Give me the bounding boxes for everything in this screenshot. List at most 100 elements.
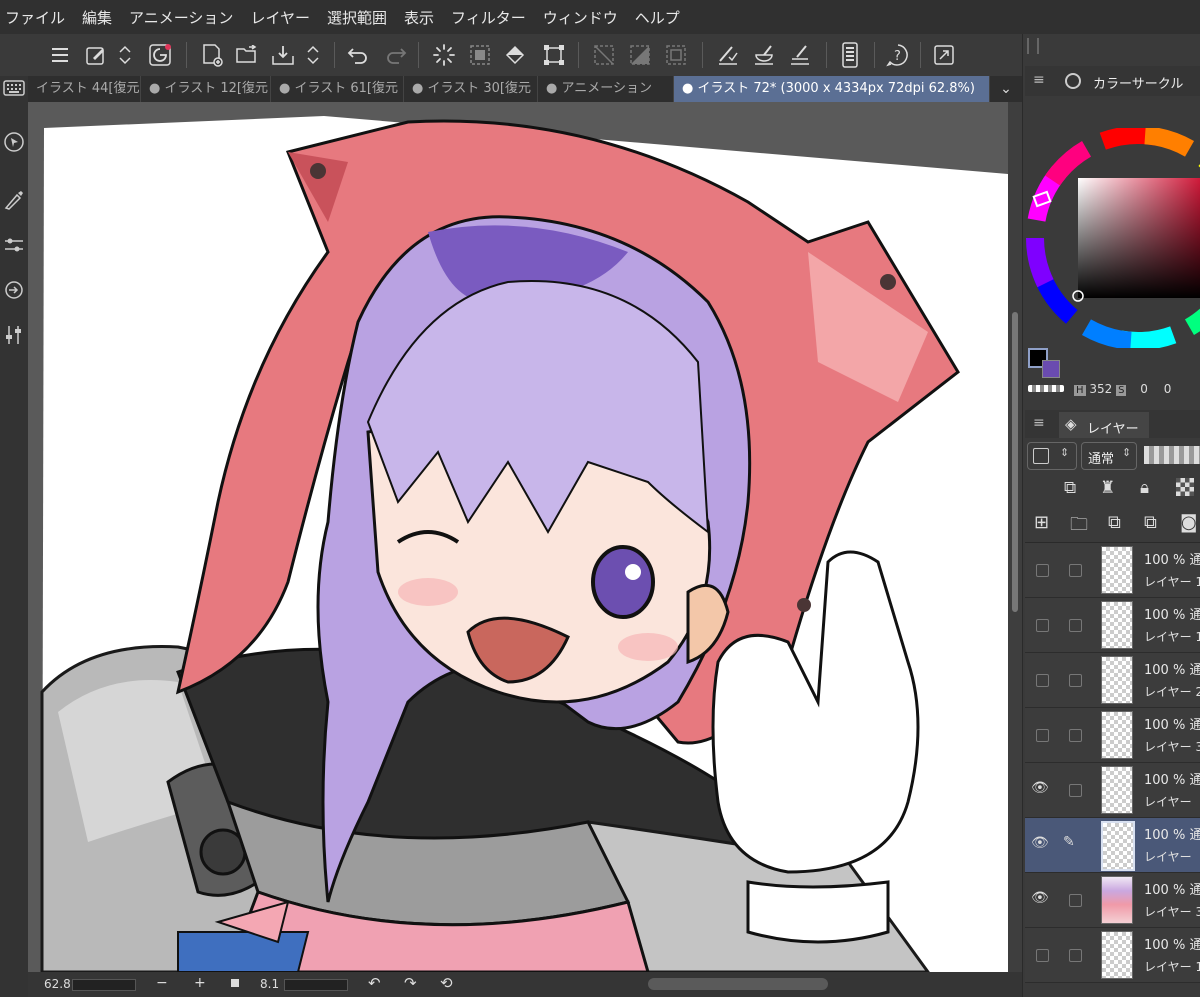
menu-item-3[interactable]: レイヤー	[245, 7, 322, 28]
reference-layer-icon[interactable]: ♜	[1100, 478, 1115, 498]
blend-mode-dropdown[interactable]: 通常 ⇕	[1081, 442, 1137, 470]
color-circle-tab-icon[interactable]	[1065, 73, 1081, 89]
new-folder-icon[interactable]: 🗀︎	[1070, 512, 1088, 542]
lock-icon[interactable]: 🔒︎	[1140, 478, 1149, 498]
rotation-value[interactable]: 8.1	[260, 977, 279, 991]
transfer-down-icon[interactable]: ⧉	[1108, 512, 1121, 533]
panel-menu-icon[interactable]: ≡	[1033, 415, 1045, 431]
tab-illust-30[interactable]: ● イラスト 30[復元	[404, 76, 538, 102]
ruler-check-icon[interactable]	[784, 39, 816, 71]
layer-row[interactable]: 100 % 通 レイヤー 1	[1025, 598, 1200, 653]
layer-row[interactable]: 👁︎ 100 % 通 レイヤー	[1025, 763, 1200, 818]
edit-target-checkbox[interactable]	[1069, 784, 1082, 797]
menu-item-6[interactable]: フィルター	[446, 7, 538, 28]
eye-icon[interactable]: 👁︎	[1031, 890, 1049, 906]
merge-down-icon[interactable]: ⧉	[1144, 512, 1157, 533]
zoom-value[interactable]: 62.8	[44, 977, 71, 991]
zoom-slider[interactable]	[72, 979, 136, 991]
select-all-icon[interactable]	[660, 39, 692, 71]
help-icon[interactable]: ?	[882, 39, 914, 71]
sub-tool-icon[interactable]	[0, 274, 28, 306]
layer-row[interactable]: 100 % 通 レイヤー 1	[1025, 928, 1200, 983]
menu-item-5[interactable]: 表示	[399, 7, 446, 28]
tool-property-icon[interactable]	[0, 229, 28, 261]
menu-icon[interactable]	[44, 39, 76, 71]
menu-item-1[interactable]: 編集	[77, 7, 124, 28]
visibility-checkbox[interactable]	[1036, 729, 1049, 742]
layer-row[interactable]: 100 % 通 レイヤー 1	[1025, 543, 1200, 598]
tab-list-chevron-icon[interactable]: ⌄	[990, 76, 1022, 102]
deselect-icon[interactable]	[588, 39, 620, 71]
smartphone-icon[interactable]	[834, 39, 866, 71]
visibility-checkbox[interactable]	[1036, 619, 1049, 632]
edit-target-checkbox[interactable]	[1069, 674, 1082, 687]
tab-illust-61[interactable]: ● イラスト 61[復元	[271, 76, 404, 102]
layer-row[interactable]: 100 % 通 レイヤー 2	[1025, 653, 1200, 708]
sub-color-swatch[interactable]	[1042, 360, 1060, 378]
new-raster-layer-icon[interactable]: ⊞	[1034, 512, 1049, 533]
tab-illust-72[interactable]: ● イラスト 72* (3000 x 4334px 72dpi 62.8%)	[674, 76, 990, 102]
brush-check-icon[interactable]	[748, 39, 780, 71]
edit-target-checkbox[interactable]	[1069, 619, 1082, 632]
s-value[interactable]: 0	[1140, 382, 1148, 396]
rotate-left-icon[interactable]: ↶	[368, 974, 381, 992]
mask-icon[interactable]: ◙	[1180, 512, 1197, 533]
edit-target-checkbox[interactable]	[1069, 894, 1082, 907]
edit-target-checkbox[interactable]	[1069, 729, 1082, 742]
tab-illust-44[interactable]: イラスト 44[復元	[28, 76, 141, 102]
navigator-icon[interactable]	[0, 126, 28, 158]
fill-icon[interactable]	[500, 39, 532, 71]
menu-item-4[interactable]: 選択範囲	[322, 7, 399, 28]
edit-target-checkbox[interactable]	[1069, 949, 1082, 962]
tool-brush-icon[interactable]	[0, 184, 28, 216]
pen-check-icon[interactable]	[712, 39, 744, 71]
eye-icon[interactable]: 👁︎	[1031, 780, 1049, 796]
stop-icon[interactable]	[231, 979, 239, 987]
edit-pen-icon[interactable]	[80, 39, 112, 71]
undo-icon[interactable]	[342, 39, 374, 71]
layer-row[interactable]: 100 % 通 レイヤー 3	[1025, 708, 1200, 763]
menu-item-2[interactable]: アニメーション	[124, 7, 245, 28]
new-canvas-icon[interactable]	[196, 39, 228, 71]
clip-layer-icon[interactable]: ⧉	[1064, 478, 1076, 498]
rotation-slider[interactable]	[284, 979, 348, 991]
updown-icon[interactable]	[300, 39, 326, 71]
edit-target-checkbox[interactable]	[1069, 564, 1082, 577]
updown-icon[interactable]	[112, 39, 138, 71]
save-icon[interactable]	[267, 39, 299, 71]
visibility-checkbox[interactable]	[1036, 674, 1049, 687]
visibility-checkbox[interactable]	[1036, 564, 1049, 577]
redo-icon[interactable]	[380, 39, 412, 71]
eye-icon[interactable]: 👁︎	[1031, 835, 1049, 851]
fullscreen-icon[interactable]	[928, 39, 960, 71]
adjust-icon[interactable]	[0, 319, 28, 351]
pen-edit-icon[interactable]: ✎	[1063, 834, 1075, 850]
opacity-slider[interactable]	[1144, 446, 1200, 464]
clip-studio-logo-icon[interactable]	[144, 39, 176, 71]
rotate-right-icon[interactable]: ↷	[404, 974, 417, 992]
illustration-canvas[interactable]	[28, 102, 1022, 972]
layer-row[interactable]: 👁︎ 100 % 通 レイヤー 3	[1025, 873, 1200, 928]
h-value[interactable]: 352	[1089, 382, 1112, 396]
v-value[interactable]: 0	[1164, 382, 1172, 396]
panel-menu-icon[interactable]: ≡	[1033, 72, 1045, 88]
menu-item-8[interactable]: ヘルプ	[630, 7, 692, 28]
color-wheel[interactable]	[1026, 128, 1200, 348]
transparent-color-swatch[interactable]	[1028, 385, 1064, 392]
layer-tab[interactable]: ◈ レイヤー	[1059, 412, 1149, 438]
layer-row-selected[interactable]: 👁︎ ✎ 100 % 通 レイヤー	[1025, 818, 1200, 873]
menu-item-7[interactable]: ウィンドウ	[538, 7, 630, 28]
panel-grip[interactable]	[1027, 38, 1039, 54]
clear-icon[interactable]	[428, 39, 460, 71]
reset-rotation-icon[interactable]: ⟲	[440, 974, 453, 992]
clear-outside-selection-icon[interactable]	[464, 39, 496, 71]
zoom-out-button[interactable]: −	[156, 975, 168, 991]
menu-item-0[interactable]: ファイル	[0, 7, 77, 28]
open-folder-icon[interactable]	[231, 39, 263, 71]
invert-selection-icon[interactable]	[624, 39, 656, 71]
canvas-area[interactable]	[28, 102, 1022, 972]
horizontal-scrollbar[interactable]	[648, 978, 828, 990]
tab-animation[interactable]: ● アニメーション	[538, 76, 674, 102]
lock-transparency-icon[interactable]	[1176, 478, 1194, 496]
layer-color-dropdown[interactable]: ⇕	[1027, 442, 1077, 470]
